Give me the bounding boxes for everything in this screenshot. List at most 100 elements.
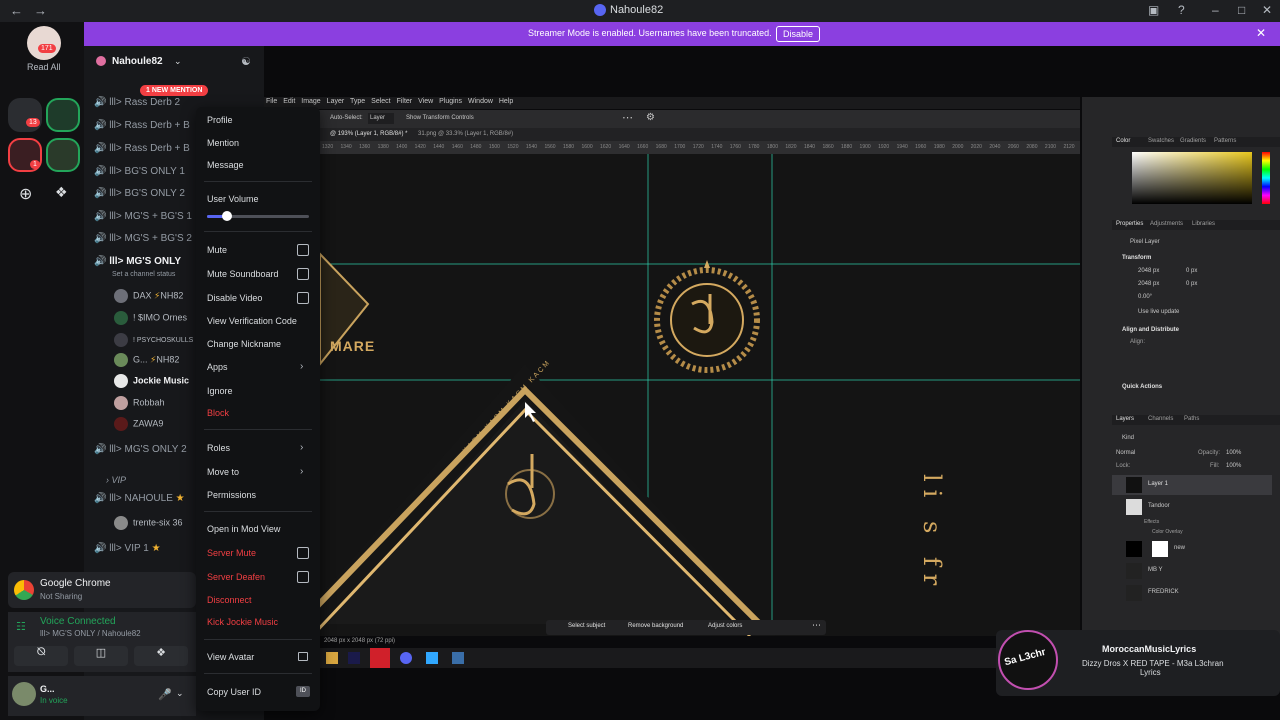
- menu-disable-video[interactable]: Disable Video: [207, 293, 262, 303]
- voice-channel[interactable]: 🔊 lll> BG'S ONLY 1: [94, 166, 185, 177]
- minimize-icon[interactable]: –: [1212, 3, 1219, 17]
- menu-apps[interactable]: Apps: [207, 362, 228, 372]
- activities-button[interactable]: ❖: [134, 646, 188, 666]
- voice-channel[interactable]: 🔊 lll> MG'S + BG'S 1: [94, 211, 192, 222]
- maximize-icon[interactable]: □: [1238, 3, 1245, 17]
- layer-dropdown[interactable]: Layer: [368, 113, 394, 124]
- menu-open-mod-view[interactable]: Open in Mod View: [207, 524, 280, 534]
- voice-channel[interactable]: 🔊 lll> VIP 1 ★: [94, 543, 161, 554]
- disable-streamer-button[interactable]: Disable: [776, 26, 820, 42]
- voice-channel[interactable]: 🔊 lll> NAHOULE ★: [94, 493, 185, 504]
- more-icon[interactable]: ⋯: [622, 111, 633, 124]
- photoshop-icon[interactable]: [426, 652, 438, 664]
- camera-off-button[interactable]: ⦰: [14, 646, 68, 666]
- close-banner-icon[interactable]: ✕: [1256, 26, 1266, 40]
- server-deafen-checkbox[interactable]: [297, 571, 309, 583]
- select-subject-button[interactable]: Select subject: [568, 623, 605, 629]
- adjust-colors-button[interactable]: Adjust colors: [708, 623, 742, 629]
- voice-channel-path[interactable]: lll> MG'S ONLY / Nahoule82: [40, 629, 141, 638]
- voice-channel[interactable]: 🔊 lll> BG'S ONLY 2: [94, 188, 185, 199]
- close-icon[interactable]: ✕: [1262, 3, 1272, 17]
- help-icon[interactable]: ?: [1178, 3, 1185, 17]
- remove-background-button[interactable]: Remove background: [628, 623, 683, 629]
- menu-copy-user-id[interactable]: Copy User ID: [207, 687, 261, 697]
- menu-mention[interactable]: Mention: [207, 138, 239, 148]
- voice-member[interactable]: ! PSYCHOSKULLS: [114, 333, 193, 347]
- menu-server-mute[interactable]: Server Mute: [207, 548, 256, 558]
- voice-channel[interactable]: 🔊 lll> MG'S ONLY 2: [94, 444, 187, 455]
- app-icon[interactable]: [452, 652, 464, 664]
- menu-message[interactable]: Message: [207, 160, 244, 170]
- layer-row[interactable]: Tandoor: [1112, 497, 1272, 517]
- tab-paths[interactable]: Paths: [1184, 416, 1199, 422]
- voice-channel[interactable]: 🔊 lll> Rass Derb 2: [94, 97, 180, 108]
- opacity-value[interactable]: 100%: [1226, 450, 1241, 456]
- layer-effect-color-overlay[interactable]: Color Overlay: [1152, 529, 1183, 535]
- discord-icon[interactable]: [400, 652, 412, 664]
- chevron-down-icon[interactable]: ⌄: [174, 56, 182, 67]
- layer-name[interactable]: new: [1174, 545, 1185, 551]
- menu-view-verification[interactable]: View Verification Code: [207, 316, 297, 326]
- tab-libraries[interactable]: Libraries: [1192, 221, 1215, 227]
- blend-mode[interactable]: Normal: [1116, 450, 1135, 456]
- voice-channel[interactable]: 🔊 lll> Rass Derb + B: [94, 143, 190, 154]
- menu-mute[interactable]: Mute: [207, 245, 227, 255]
- read-all-button[interactable]: Read All: [27, 62, 61, 72]
- forward-arrow-icon[interactable]: →: [34, 3, 47, 18]
- mute-checkbox[interactable]: [297, 244, 309, 256]
- signal-icon[interactable]: ☷: [16, 620, 26, 633]
- voice-status[interactable]: Voice Connected: [40, 616, 116, 627]
- folder-icon[interactable]: [326, 652, 338, 664]
- add-server-icon[interactable]: ⊕: [19, 184, 32, 204]
- angle-value[interactable]: 0.00°: [1138, 294, 1152, 300]
- show-transform-label[interactable]: Show Transform Controls: [406, 115, 474, 121]
- avatar[interactable]: [12, 682, 36, 706]
- voice-member[interactable]: ZAWA9: [114, 417, 163, 431]
- tab-properties[interactable]: Properties: [1116, 221, 1143, 227]
- y-value[interactable]: 0 px: [1186, 281, 1197, 287]
- ps-menu-items[interactable]: File Edit Image Layer Type Select Filter…: [266, 98, 513, 105]
- layer-row[interactable]: MB Y: [1112, 561, 1272, 581]
- tab-channels[interactable]: Channels: [1148, 416, 1173, 422]
- layer-row[interactable]: FREDRICK: [1112, 583, 1272, 603]
- voice-member[interactable]: DAX ⚡NH82: [114, 289, 183, 303]
- tab-patterns[interactable]: Patterns: [1214, 138, 1236, 144]
- server-folder-2[interactable]: [46, 98, 80, 132]
- menu-change-nickname[interactable]: Change Nickname: [207, 339, 281, 349]
- voice-channel[interactable]: 🔊 lll> MG'S + BG'S 2: [94, 233, 192, 244]
- media-notification[interactable]: Sa L3chr MoroccanMusicLyrics Dizzy Dros …: [996, 630, 1280, 696]
- tab-color[interactable]: Color: [1116, 138, 1130, 144]
- screen-share-button[interactable]: ◫: [74, 646, 128, 666]
- menu-view-avatar[interactable]: View Avatar: [207, 652, 254, 662]
- hue-slider[interactable]: [1262, 152, 1270, 204]
- layer-name[interactable]: Tandoor: [1148, 503, 1170, 509]
- layer-name[interactable]: Layer 1: [1148, 481, 1168, 487]
- menu-kick[interactable]: Kick Jockie Music: [207, 617, 278, 627]
- tab-swatches[interactable]: Swatches: [1148, 138, 1174, 144]
- layer-filter-kind[interactable]: Kind: [1122, 435, 1134, 441]
- quick-actions-heading[interactable]: Quick Actions: [1122, 384, 1162, 390]
- doc-tab[interactable]: 31.png @ 33.3% (Layer 1, RGB/8#): [418, 131, 513, 137]
- microphone-icon[interactable]: 🎤: [158, 688, 172, 701]
- transform-heading[interactable]: Transform: [1122, 255, 1151, 261]
- menu-mute-soundboard[interactable]: Mute Soundboard: [207, 269, 279, 279]
- new-mention-badge[interactable]: 1 NEW MENTION: [140, 85, 209, 96]
- mute-soundboard-checkbox[interactable]: [297, 268, 309, 280]
- active-voice-channel[interactable]: 🔊 lll> MG'S ONLY: [94, 256, 181, 267]
- voice-member[interactable]: G... ⚡NH82: [114, 353, 179, 367]
- menu-roles[interactable]: Roles: [207, 443, 230, 453]
- x-value[interactable]: 0 px: [1186, 268, 1197, 274]
- menu-permissions[interactable]: Permissions: [207, 490, 256, 500]
- add-friend-icon[interactable]: ☯: [241, 55, 251, 68]
- menu-server-deafen[interactable]: Server Deafen: [207, 572, 265, 582]
- fill-value[interactable]: 100%: [1226, 463, 1241, 469]
- menu-move-to[interactable]: Move to: [207, 467, 239, 477]
- menu-disconnect[interactable]: Disconnect: [207, 595, 252, 605]
- chevron-down-icon[interactable]: ⌄: [176, 688, 184, 699]
- server-mute-checkbox[interactable]: [297, 547, 309, 559]
- category-vip[interactable]: › VIP: [106, 475, 126, 485]
- layer-row[interactable]: new: [1112, 539, 1272, 559]
- height-value[interactable]: 2048 px: [1138, 281, 1159, 287]
- width-value[interactable]: 2048 px: [1138, 268, 1159, 274]
- back-arrow-icon[interactable]: ←: [10, 3, 23, 18]
